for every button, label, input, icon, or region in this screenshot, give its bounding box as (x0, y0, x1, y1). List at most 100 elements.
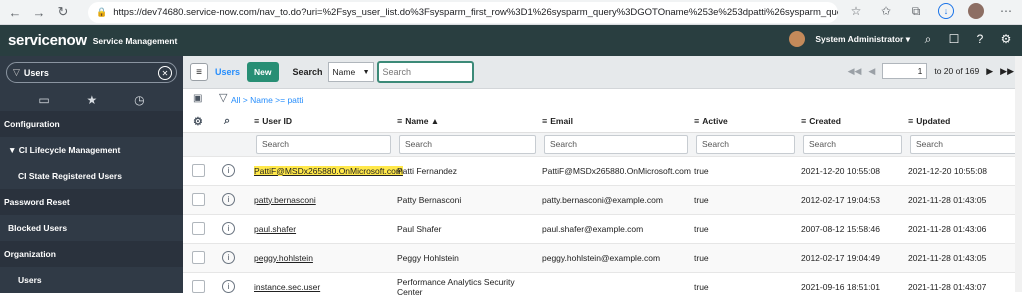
favorites-icon[interactable]: ✩ (878, 3, 894, 19)
scrollbar[interactable] (1015, 56, 1022, 292)
history-clock-icon[interactable]: ◷ (134, 93, 144, 107)
search-field-select[interactable]: Name ▼ (327, 62, 374, 82)
info-icon[interactable]: i (222, 193, 235, 206)
empty-cell (216, 132, 252, 156)
search-input[interactable]: Search (376, 61, 474, 83)
breadcrumb: ▣ ▽ All > Name >= patti (183, 89, 1022, 111)
reload-icon[interactable]: ↻ (54, 4, 72, 20)
new-button[interactable]: New (247, 62, 279, 82)
row-checkbox[interactable] (192, 280, 205, 294)
search-updated-input[interactable]: Search (910, 134, 1018, 154)
info-icon[interactable]: i (222, 164, 235, 177)
user-id-link[interactable]: PattiF@MSDx265880.OnMicrosoft.com (254, 165, 403, 176)
hamburger-menu-icon[interactable]: ≡ (190, 63, 208, 81)
updated-cell: 2021-11-28 01:43:06 (906, 213, 1022, 243)
user-id-cell: paul.shafer (252, 213, 395, 243)
search-icon[interactable]: ⌕ (920, 32, 936, 47)
row-checkbox[interactable] (192, 222, 205, 235)
column-active[interactable]: ≡ Active (692, 111, 799, 133)
nav-item[interactable]: Users (0, 267, 183, 293)
personalize-gear-icon[interactable]: ⚙ (183, 111, 216, 133)
next-page-icon[interactable]: ▶ (986, 66, 993, 77)
search-label: Search (292, 67, 323, 77)
created-cell: 2007-08-12 15:58:46 (799, 213, 906, 243)
page-range: to 20 of 169 (934, 66, 980, 76)
user-menu[interactable]: System Administrator ▾ (815, 34, 910, 45)
user-id-link[interactable]: patty.bernasconi (254, 195, 316, 205)
column-search-icon[interactable]: ⌕ (216, 111, 252, 133)
profile-avatar[interactable] (968, 3, 984, 19)
search-active-cell: Search (692, 132, 799, 156)
column-search-row: Search Search Search Search Search Searc… (183, 132, 1022, 156)
user-avatar[interactable] (789, 31, 806, 47)
gear-icon[interactable]: ⚙ (998, 32, 1014, 46)
prev-page-icon[interactable]: ◀ (868, 66, 875, 77)
navigator-sections: Configuration ▼ CI Lifecycle Management CI… (0, 111, 183, 293)
select-cell (183, 242, 216, 272)
page-number-input[interactable]: 1 (882, 63, 928, 79)
updated-cell: 2021-12-20 10:55:08 (906, 155, 1022, 185)
nav-item[interactable]: Configuration (0, 111, 183, 137)
users-table: ⚙ ⌕ ≡ User ID ≡ Name ▲ ≡ Email ≡ Active ≡ Cre… (183, 111, 1022, 301)
navigator-filter[interactable]: ▽ Users ✕ (6, 62, 177, 83)
collections-icon[interactable]: ⧉ (908, 3, 924, 19)
clear-filter-icon[interactable]: ✕ (158, 66, 172, 80)
nav-item[interactable]: CI State Registered Users (0, 163, 183, 189)
column-email[interactable]: ≡ Email (540, 111, 692, 133)
nav-item[interactable]: Password Reset (0, 189, 183, 215)
search-active-input[interactable]: Search (696, 134, 795, 154)
search-name-input[interactable]: Search (399, 134, 536, 154)
column-user-id[interactable]: ≡ User ID (252, 111, 395, 133)
info-icon[interactable]: i (222, 222, 235, 235)
user-id-link[interactable]: instance.sec.user (254, 282, 320, 292)
info-icon[interactable]: i (222, 280, 235, 294)
row-checkbox[interactable] (192, 164, 205, 177)
column-created[interactable]: ≡ Created (799, 111, 906, 133)
bookmark-star-icon[interactable]: ☆ (848, 3, 864, 19)
search-user-id-input[interactable]: Search (256, 134, 391, 154)
servicenow-logo[interactable]: servicenow (8, 32, 87, 49)
download-icon[interactable]: ↓ (938, 3, 954, 19)
user-id-link[interactable]: paul.shafer (254, 224, 296, 234)
search-name-cell: Search (395, 132, 540, 156)
email-cell: PattiF@MSDx265880.OnMicrosoft.com (540, 155, 692, 185)
info-icon[interactable]: i (222, 251, 235, 264)
forward-icon[interactable]: → (30, 5, 48, 20)
address-bar[interactable]: 🔒 https://dev74680.service-now.com/nav_t… (88, 2, 838, 23)
search-user-id-cell: Search (252, 132, 395, 156)
favorites-star-icon[interactable]: ★ (87, 93, 98, 107)
first-page-icon[interactable]: ◀◀ (848, 66, 862, 77)
active-cell: true (692, 213, 799, 243)
email-cell: paul.shafer@example.com (540, 213, 692, 243)
nav-item[interactable]: Organization (0, 241, 183, 267)
app-header: servicenow Service Management System Adm… (0, 25, 1022, 56)
search-created-input[interactable]: Search (803, 134, 902, 154)
chat-bubble-icon[interactable]: ▣ (193, 93, 202, 104)
breadcrumb-text[interactable]: All > Name >= patti (231, 95, 304, 105)
name-cell: Peggy Hohlstein (395, 242, 540, 272)
funnel-icon[interactable]: ▽ (219, 91, 227, 104)
name-cell: Paul Shafer (395, 213, 540, 243)
table-row: i peggy.hohlstein Peggy Hohlstein peggy.hoh… (183, 242, 1022, 272)
column-label: Email (550, 116, 573, 127)
chat-icon[interactable]: ☐ (946, 32, 962, 46)
user-id-link[interactable]: peggy.hohlstein (254, 253, 313, 263)
list-title[interactable]: Users (215, 67, 240, 77)
more-icon[interactable]: ⋯ (998, 3, 1014, 19)
empty-cell (183, 132, 216, 156)
column-label: Updated (916, 116, 951, 127)
column-updated[interactable]: ≡ Updated (906, 111, 1022, 133)
updated-cell: 2021-11-28 01:43:05 (906, 242, 1022, 272)
search-email-input[interactable]: Search (544, 134, 688, 154)
row-checkbox[interactable] (192, 251, 205, 264)
column-name[interactable]: ≡ Name ▲ (395, 111, 540, 133)
pagination: ◀◀ ◀ 1 to 20 of 169 ▶ ▶▶ (848, 63, 1014, 79)
last-page-icon[interactable]: ▶▶ (1000, 66, 1014, 77)
help-icon[interactable]: ? (972, 32, 988, 46)
row-checkbox[interactable] (192, 193, 205, 206)
active-cell: true (692, 155, 799, 185)
nav-item[interactable]: ▼ CI Lifecycle Management (0, 137, 183, 163)
back-icon[interactable]: ← (6, 5, 24, 20)
nav-item[interactable]: Blocked Users (0, 215, 183, 241)
all-apps-icon[interactable]: ▭ (38, 93, 49, 107)
